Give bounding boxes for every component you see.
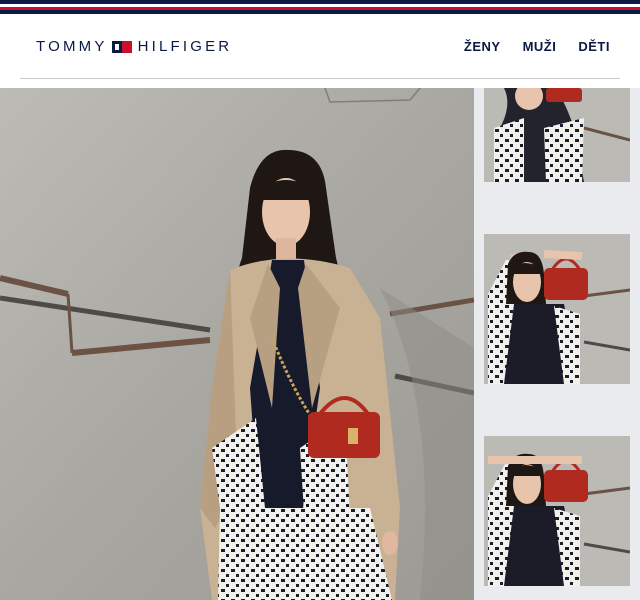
brand-logo[interactable]: TOMMY HILFIGER: [36, 38, 232, 55]
nav-item-muzi[interactable]: MUŽI: [523, 39, 557, 54]
nav-item-deti[interactable]: DĚTI: [578, 39, 610, 54]
gallery-thumbnail-3[interactable]: [484, 436, 630, 586]
site-header: TOMMY HILFIGER ŽENY MUŽI DĚTI: [0, 14, 640, 80]
nav-item-zeny[interactable]: ŽENY: [464, 39, 501, 54]
main-navigation: ŽENY MUŽI DĚTI: [464, 39, 610, 54]
top-brand-stripes: [0, 0, 640, 14]
header-divider: [20, 78, 620, 79]
flag-logo-icon: [111, 40, 132, 53]
side-gallery: [474, 88, 640, 600]
brand-word-1: TOMMY: [36, 38, 108, 55]
hero-photo: [0, 88, 474, 600]
brand-word-2: HILFIGER: [137, 38, 233, 55]
gallery-thumbnail-1[interactable]: [484, 88, 630, 182]
hero-image[interactable]: [0, 88, 474, 600]
gallery-thumbnail-2[interactable]: [484, 234, 630, 384]
